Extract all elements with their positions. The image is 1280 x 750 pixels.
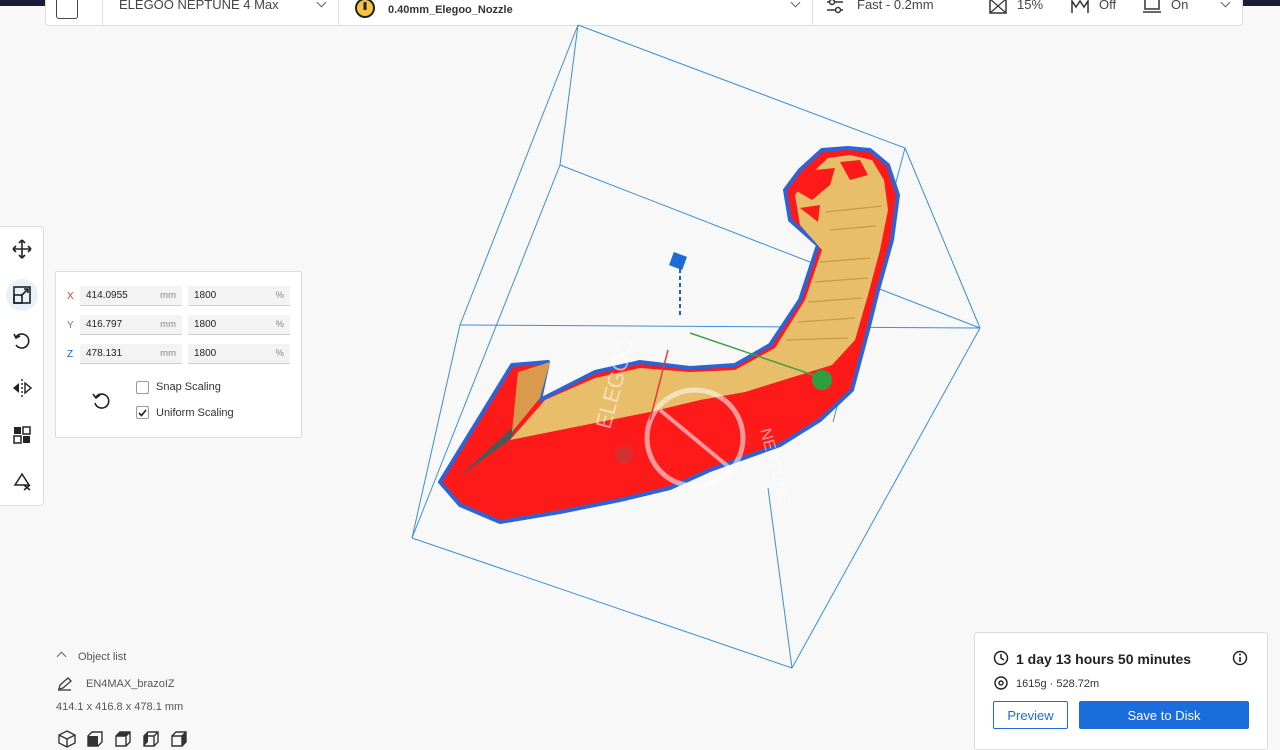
save-to-disk-button[interactable]: Save to Disk [1079,701,1249,729]
y-mm-input[interactable]: 416.797 mm [80,315,182,335]
unit-label: mm [160,348,176,359]
uniform-scaling-label: Uniform Scaling [156,407,234,419]
3d-model[interactable] [438,146,900,524]
move-icon [12,239,32,259]
z-mm-value: 478.131 [86,348,123,359]
z-axis-handle[interactable] [669,252,687,270]
unit-label: mm [160,290,176,301]
unit-label: % [275,319,284,330]
x-percent-value: 1800 [194,290,217,301]
rotate-icon [13,333,30,349]
unit-label: % [275,290,284,301]
right-view-icon[interactable] [170,730,188,748]
support-blocker-icon [13,472,31,491]
object-list-header: Object list [78,651,127,663]
x-mm-input[interactable]: 414.0955 mm [80,286,182,306]
support-blocker-button[interactable] [6,465,38,497]
y-percent-value: 1800 [194,319,217,330]
y-mm-value: 416.797 [86,319,123,330]
clock-icon [993,650,1009,666]
snap-scaling-label: Snap Scaling [156,381,221,393]
z-percent-input[interactable]: 1800 % [188,344,290,364]
y-percent-input[interactable]: 1800 % [188,315,290,335]
y-axis-handle[interactable] [812,370,832,390]
print-info-panel: 1 day 13 hours 50 minutes 1615g · 528.72… [974,632,1268,750]
z-axis-label: Z [67,349,74,360]
move-tool-button[interactable] [6,233,38,265]
per-model-settings-icon [13,426,31,444]
spool-icon [994,676,1008,690]
top-view-icon[interactable] [114,730,132,748]
unit-label: % [275,348,284,359]
x-axis-handle[interactable] [615,446,633,464]
z-percent-value: 1800 [194,348,217,359]
material-usage: 1615g · 528.72m [1016,678,1100,690]
scale-panel: X 414.0955 mm 1800 % Y 416.797 mm 1800 %… [55,271,302,438]
reset-scale-button[interactable] [91,391,111,411]
rotate-tool-button[interactable] [6,325,38,357]
per-model-settings-button[interactable] [6,419,38,451]
checkmark-icon [138,409,147,417]
scale-icon [13,286,31,304]
x-mm-value: 414.0955 [86,290,128,301]
front-view-icon[interactable] [86,730,104,748]
mirror-icon [13,379,32,397]
uniform-scaling-checkbox[interactable] [136,406,149,419]
snap-scaling-checkbox[interactable] [136,381,149,394]
z-mm-input[interactable]: 478.131 mm [80,344,182,364]
left-toolbar [0,226,44,506]
pencil-icon[interactable] [57,677,73,691]
info-icon[interactable] [1232,650,1248,666]
build-volume [411,24,981,669]
object-dimensions: 414.1 x 416.8 x 478.1 mm [56,701,184,713]
3d-view-icon[interactable] [58,730,76,748]
scale-tool-button[interactable] [6,279,38,311]
x-axis-label: X [67,291,74,302]
unit-label: mm [160,319,176,330]
x-percent-input[interactable]: 1800 % [188,286,290,306]
object-name[interactable]: EN4MAX_brazoIZ [86,678,175,690]
print-time: 1 day 13 hours 50 minutes [1016,651,1192,667]
y-axis-label: Y [67,320,74,331]
left-view-icon[interactable] [142,730,160,748]
mirror-tool-button[interactable] [6,372,38,404]
preview-button[interactable]: Preview [993,701,1068,729]
